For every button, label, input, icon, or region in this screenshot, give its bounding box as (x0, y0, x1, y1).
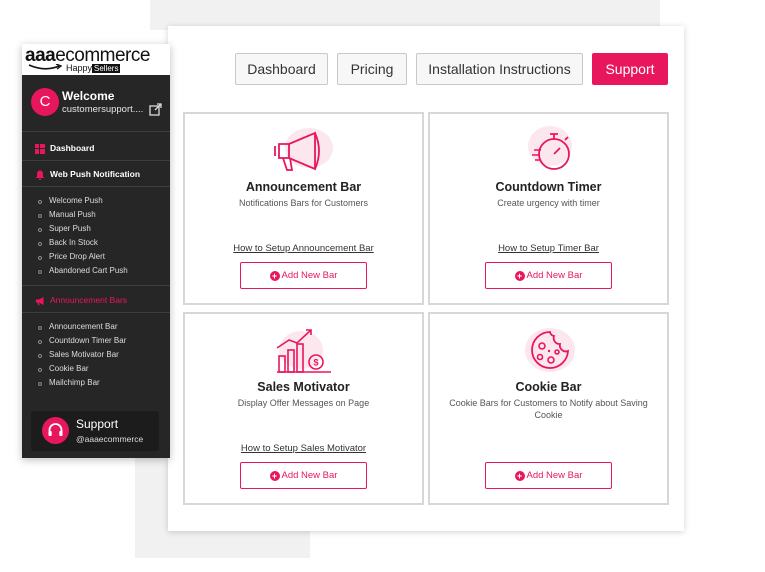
card-title: Cookie Bar (515, 380, 582, 394)
divider (22, 186, 170, 187)
external-link-icon[interactable] (149, 103, 162, 116)
submenu-item-mailchimp-bar[interactable]: Mailchimp Bar (22, 377, 170, 391)
plus-circle-icon: + (514, 470, 525, 481)
card-description: Display Offer Messages on Page (237, 398, 370, 408)
card-title: Sales Motivator (257, 380, 350, 394)
sidebar-item-web-push[interactable]: Web Push Notification (22, 164, 170, 186)
howto-link[interactable]: How to Setup Sales Motivator (185, 443, 422, 454)
sidebar: aaaecommerce Happy Sellers C Welcome cust… (22, 44, 170, 458)
add-new-bar-button[interactable]: + Add New Bar (240, 462, 367, 489)
welcome-email: customersupport.... (62, 104, 144, 115)
card-sales-motivator: $ Sales Motivator Display Offer Messages… (183, 312, 424, 505)
submenu-item-manual-push[interactable]: Manual Push (22, 209, 170, 223)
support-title: Support (76, 417, 119, 431)
bullet-icon (38, 242, 42, 246)
add-new-bar-button[interactable]: + Add New Bar (485, 262, 612, 289)
sidebar-item-announcement-bars[interactable]: Announcement Bars (22, 290, 170, 312)
card-description: Create urgency with timer (497, 198, 600, 208)
megaphone-icon (36, 297, 44, 306)
bullet-icon (38, 326, 42, 330)
bullet-icon (38, 382, 42, 386)
dashboard-button[interactable]: Dashboard (235, 53, 328, 85)
logo-text-bold: aaa (25, 45, 56, 66)
support-handle: @aaaecommerce (76, 434, 144, 444)
card-cookie-bar: Cookie Bar Cookie Bars for Customers to … (428, 312, 669, 505)
card-description: Notifications Bars for Customers (238, 198, 369, 208)
cookie-icon (525, 328, 575, 372)
howto-link[interactable]: How to Setup Timer Bar (430, 243, 667, 254)
submenu-item-back-in-stock[interactable]: Back In Stock (22, 237, 170, 251)
card-countdown-timer: Countdown Timer Create urgency with time… (428, 112, 669, 305)
bullet-icon (38, 354, 42, 358)
logo-tagline: Happy Sellers (66, 63, 121, 73)
bullet-icon (38, 368, 42, 372)
sidebar-item-label: Web Push Notification (50, 169, 141, 179)
submenu-item-welcome-push[interactable]: Welcome Push (22, 195, 170, 209)
svg-text:$: $ (313, 358, 318, 368)
support-button[interactable]: Support @aaaecommerce (31, 411, 159, 451)
divider (22, 312, 170, 313)
divider (22, 131, 170, 132)
megaphone-icon (274, 128, 333, 171)
add-new-bar-button[interactable]: + Add New Bar (240, 262, 367, 289)
sidebar-item-dashboard[interactable]: Dashboard (22, 138, 170, 160)
web-push-submenu: Welcome Push Manual Push Super Push Back… (22, 195, 170, 279)
add-new-bar-button[interactable]: + Add New Bar (485, 462, 612, 489)
card-description: Cookie Bars for Customers to Notify abou… (449, 398, 648, 420)
pricing-button[interactable]: Pricing (337, 53, 407, 85)
submenu-item-abandoned-cart-push[interactable]: Abandoned Cart Push (22, 265, 170, 279)
submenu-item-price-drop-alert[interactable]: Price Drop Alert (22, 251, 170, 265)
bullet-icon (38, 270, 42, 274)
bullet-icon (38, 340, 42, 344)
growth-chart-icon: $ (276, 329, 331, 373)
submenu-item-countdown-timer-bar[interactable]: Countdown Timer Bar (22, 335, 170, 349)
submenu-item-sales-motivator-bar[interactable]: Sales Motivator Bar (22, 349, 170, 363)
bullet-icon (38, 228, 42, 232)
sidebar-item-label: Dashboard (50, 143, 95, 153)
plus-circle-icon: + (269, 470, 280, 481)
brand-logo: aaaecommerce Happy Sellers (22, 44, 170, 75)
dashboard-icon (35, 144, 45, 154)
installation-instructions-button[interactable]: Installation Instructions (416, 53, 583, 85)
divider (22, 285, 170, 286)
bullet-icon (38, 200, 42, 204)
card-announcement-bar: Announcement Bar Notifications Bars for … (183, 112, 424, 305)
welcome-title: Welcome (62, 89, 115, 103)
plus-circle-icon: + (269, 270, 280, 281)
announcement-submenu: Announcement Bar Countdown Timer Bar Sal… (22, 321, 170, 391)
submenu-item-cookie-bar[interactable]: Cookie Bar (22, 363, 170, 377)
support-top-button[interactable]: Support (592, 53, 668, 85)
submenu-item-super-push[interactable]: Super Push (22, 223, 170, 237)
bullet-icon (38, 214, 42, 218)
sidebar-item-label: Announcement Bars (50, 295, 128, 305)
divider (22, 160, 170, 161)
card-title: Countdown Timer (495, 180, 602, 194)
stopwatch-icon (528, 126, 572, 170)
submenu-item-announcement-bar[interactable]: Announcement Bar (22, 321, 170, 335)
bell-icon (35, 170, 45, 180)
smile-arrow-icon (28, 64, 62, 70)
main-panel: Dashboard Pricing Installation Instructi… (168, 26, 684, 531)
bullet-icon (38, 256, 42, 260)
welcome-profile: C Welcome customersupport.... (22, 82, 170, 124)
howto-link[interactable]: How to Setup Announcement Bar (185, 243, 422, 254)
headset-icon (42, 417, 69, 444)
avatar: C (31, 88, 59, 116)
plus-circle-icon: + (514, 270, 525, 281)
card-title: Announcement Bar (245, 180, 362, 194)
